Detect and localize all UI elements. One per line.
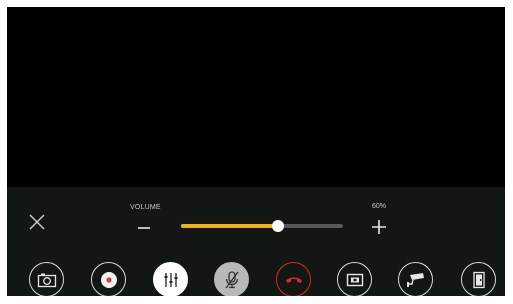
volume-down-button[interactable] bbox=[136, 219, 152, 235]
unlock-icon bbox=[346, 273, 363, 286]
control-panel: VOLUME 60% bbox=[7, 187, 505, 296]
intercom-screen: VOLUME 60% bbox=[7, 7, 505, 296]
phone-hangup-icon bbox=[285, 277, 302, 283]
equalizer-button[interactable] bbox=[153, 262, 188, 296]
volume-percent: 60% bbox=[372, 203, 387, 210]
hang-up-button[interactable] bbox=[276, 262, 311, 296]
record-icon bbox=[100, 271, 117, 288]
minus-icon bbox=[138, 227, 150, 229]
door-icon bbox=[472, 271, 485, 288]
snapshot-button[interactable] bbox=[29, 262, 64, 296]
video-feed bbox=[7, 7, 505, 187]
volume-slider[interactable] bbox=[181, 220, 343, 232]
close-button[interactable] bbox=[27, 212, 47, 232]
volume-up-button[interactable] bbox=[370, 217, 388, 235]
cctv-camera-button[interactable] bbox=[398, 262, 433, 296]
unlock-button[interactable] bbox=[337, 262, 372, 296]
volume-fill bbox=[181, 224, 278, 228]
volume-thumb[interactable] bbox=[272, 220, 284, 232]
cctv-camera-icon bbox=[406, 272, 424, 287]
record-button[interactable] bbox=[91, 262, 126, 296]
close-icon bbox=[29, 214, 45, 230]
door-button[interactable] bbox=[461, 262, 496, 296]
volume-label: VOLUME bbox=[130, 204, 161, 211]
camera-icon bbox=[37, 273, 56, 287]
plus-icon bbox=[372, 220, 386, 234]
mute-microphone-button[interactable] bbox=[214, 262, 249, 296]
equalizer-icon bbox=[164, 272, 177, 287]
mic-muted-icon bbox=[224, 270, 239, 288]
